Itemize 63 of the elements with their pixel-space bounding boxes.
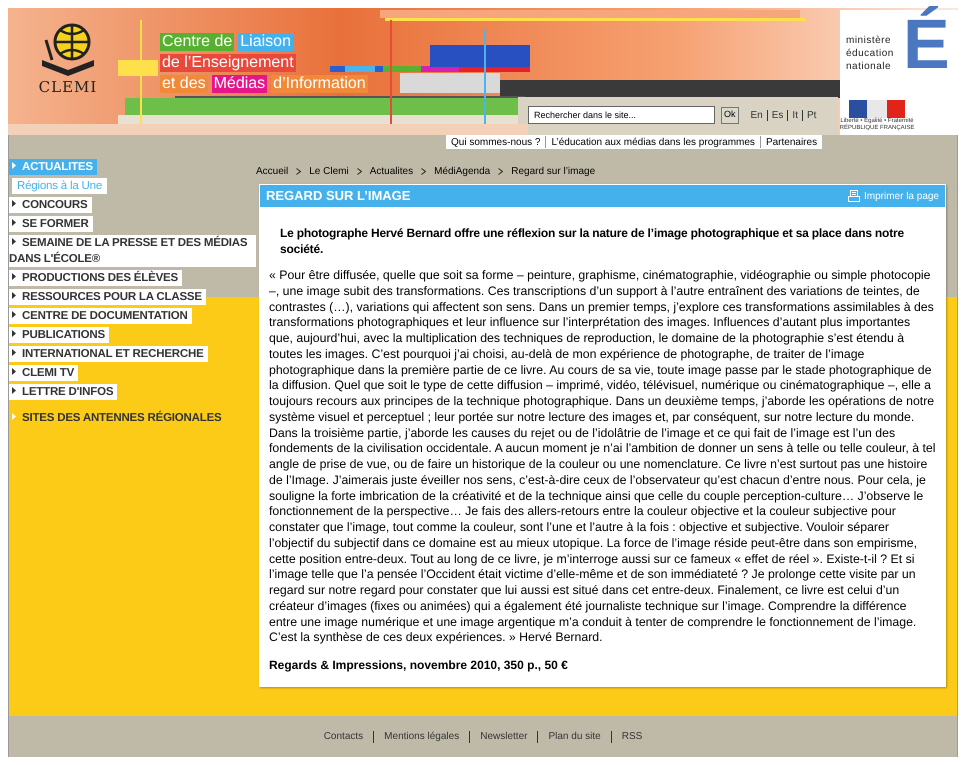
search-field[interactable]: Rechercher dans le site... xyxy=(528,106,715,124)
nav-item[interactable]: LETTRE D'INFOS xyxy=(9,384,118,400)
ministry-text: nationale xyxy=(846,60,892,73)
chevron-icon xyxy=(296,168,302,174)
ministry-text: éducation xyxy=(846,47,894,60)
caret-icon xyxy=(12,162,16,169)
title-text: Médias xyxy=(212,75,268,93)
title-text: Liaison xyxy=(238,33,293,51)
breadcrumb-link[interactable]: Regard sur l’image xyxy=(511,164,596,178)
nav-item[interactable]: CONCOURS xyxy=(9,197,92,213)
footer-link[interactable]: Newsletter xyxy=(480,729,528,744)
ministry-letter: É xyxy=(903,4,950,84)
footer-link[interactable]: Contacts xyxy=(324,729,364,744)
caret-icon xyxy=(12,413,16,420)
top-link[interactable]: L’éducation aux médias dans les programmes xyxy=(546,134,760,150)
caret-icon xyxy=(12,219,16,226)
title-text: d’Information xyxy=(271,75,368,93)
footer-link[interactable]: RSS xyxy=(622,729,642,744)
article-lead: Le photographe Hervé Bernard offre une réflexion sur la nature de l’image photographique et sa place dans notre société. xyxy=(280,225,905,257)
top-link[interactable]: Qui sommes-nous ? xyxy=(446,134,546,150)
footer-link[interactable]: Plan du site xyxy=(548,729,601,744)
caret-icon xyxy=(12,330,16,337)
language-link[interactable]: Es xyxy=(772,108,784,122)
caret-icon xyxy=(12,368,16,375)
caret-icon xyxy=(12,200,16,207)
logo-text: CLEMI xyxy=(38,78,98,96)
breadcrumb-link[interactable]: Le Clemi xyxy=(309,164,349,178)
nav-item[interactable]: CENTRE DE DOCUMENTATION xyxy=(9,308,192,324)
nav-item[interactable]: PRODUCTIONS DES ÉLÈVES xyxy=(9,270,182,286)
chevron-icon xyxy=(498,168,504,174)
language-link[interactable]: Pt xyxy=(806,108,816,122)
book-reference: Regards & Impressions, novembre 2010, 350 p., 50 € xyxy=(269,657,569,674)
ministry-text: ministère xyxy=(846,34,892,47)
caret-icon xyxy=(12,349,16,356)
language-link[interactable]: It xyxy=(792,108,798,122)
nav-item[interactable]: RESSOURCES POUR LA CLASSE xyxy=(9,289,206,305)
caret-icon xyxy=(12,292,16,299)
nav-item[interactable]: SITES DES ANTENNES RÉGIONALES xyxy=(9,410,226,426)
article-title: REGARD SUR L’IMAGE xyxy=(266,187,410,206)
nav-item[interactable]: CLEMI TV xyxy=(9,365,78,381)
nav-item[interactable]: SE FORMER xyxy=(9,216,93,232)
top-link[interactable]: Partenaires xyxy=(760,134,822,150)
breadcrumb-link[interactable]: Accueil xyxy=(256,164,288,178)
chevron-icon xyxy=(356,168,362,174)
breadcrumb-link[interactable]: MédiAgenda xyxy=(434,164,490,178)
caret-icon xyxy=(12,387,16,394)
nav-item[interactable]: INTERNATIONAL ET RECHERCHE xyxy=(9,346,208,362)
title-text: Centre de xyxy=(160,33,234,51)
article-body: « Pour être diffusée, quelle que soit sa forme – peinture, graphisme, cinématographie, vidéographie ou simple photocopie –, une image subit des transformations. Ces transcriptions d’un support à l’autre entraînent des variations de teintes, de contrastes (…), variations qui affectent son sens. Dans un premier temps, j’explore ces transformations assimilables à des transformations photographiques et leur influence sur l’interprétation des images. Influences d’autant plus importantes que, aujourd’hui, avec la multiplication des techniques de reproduction, le domaine de la photographie s’est étendu à toutes les images. C’est pourquoi j’ai choisi, au-delà de mon expérience de photographe, de traiter de l’image photographique dans la première partie de ce livre. Au cours de sa vie, toute image passe par le stade photographique de la diffusion. Quel que soit le type de cette diffusion – imprimé, vidéo, télévisuel, numérique ou cinématographique –, elle a toujours recours aux principes de la technique photographique. Dans un deuxième temps, j’aborde les opérations de notre système visuel et perceptuel ; leur portée sur notre lecture des images et, par conséquent, sur notre lecture du monde. Dans la troisième partie, j’aborde les causes du rejet ou de l’idolâtrie de l’image et ce qui fait de l’image est l’un des fondements de la civilisation occidentale. A aucun moment je n’ai l’ambition de donner un sens à telle ou telle couleur, à tel angle de prise de vue, ou de faire un historique de la couleur ou une nomenclature. Ce livre n’est surtout pas une histoire de l’Image. J’aimerais juste éveiller nos sens, c’est-à-dire ceux de l’observateur qu’est chacun d’entre nous. Pour cela, je souligne la forte imbrication de la créativité et de la technique ainsi que celle du couple perception-culture… J’observe le fonctionnement de la perspective… Je fais des allers-retours entre la couleur objective et la couleur subjective pour constater que l’image, tout comme la couleur, sont l’une et l’autre à la fois : objective et subjective. Vouloir séparer l’objectif du subjectif dans ce domaine est au mieux utopique. La force de l’image réside peut-être dans son empirisme, cette position entre-deux. Tout au long de ce livre, je m’interroge aussi sur ce fameux « effet de réel ». Existe-t-il ? Et si l’image telle que l’a pensée l’Occident était victime d’elle-même et de son immédiateté ? Je prolonge cette visite par un regard sur notre regard pour constater que lui aussi est situé dans cet entre-deux. Finalement, ce livre est celui d’un créateur d’images (fixes ou animées) qui a également été journaliste technique sur l’image. Comprendre la différence entre une image numérique et une image argentique m’a conduit à tenter de comprendre le fonctionnement de l’image. C’est la synthèse de ces deux expériences. » Hervé Bernard. xyxy=(269,268,936,646)
nav-item[interactable]: PUBLICATIONS xyxy=(9,327,109,343)
breadcrumb-link[interactable]: Actualites xyxy=(370,164,414,178)
footer-link[interactable]: Mentions légales xyxy=(384,729,460,744)
caret-icon xyxy=(12,311,16,318)
caret-icon xyxy=(12,273,16,280)
title-text: de l’Enseignement xyxy=(160,54,296,72)
flag-emblem-icon xyxy=(849,100,905,118)
title-text: et des xyxy=(160,75,208,93)
chevron-icon xyxy=(421,168,426,174)
language-link[interactable]: En xyxy=(750,108,763,122)
caret-icon xyxy=(12,238,16,245)
nav-item[interactable]: SEMAINE DE LA PRESSE ET DES MÉDIAS DANS L'ÉCOLE® xyxy=(9,235,256,267)
search-button[interactable]: Ok xyxy=(721,106,739,124)
printer-icon xyxy=(848,190,860,202)
